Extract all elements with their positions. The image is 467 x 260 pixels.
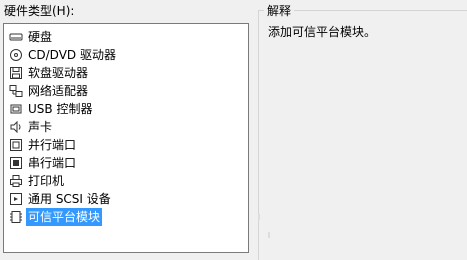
printer-icon bbox=[8, 173, 24, 189]
list-item-label: 硬盘 bbox=[28, 30, 53, 44]
list-item-label: 软盘驱动器 bbox=[28, 66, 89, 80]
list-item-label: 串行端口 bbox=[28, 156, 77, 170]
hardware-type-label: 硬件类型(H): bbox=[4, 4, 75, 18]
divider bbox=[258, 214, 260, 220]
list-item-floppy[interactable]: 软盘驱动器 bbox=[8, 64, 90, 82]
network-icon bbox=[8, 83, 24, 99]
serial-port-icon bbox=[8, 155, 24, 171]
parallel-port-icon bbox=[8, 137, 24, 153]
list-item-cd-dvd[interactable]: CD/DVD 驱动器 bbox=[8, 46, 118, 64]
list-item-printer[interactable]: 打印机 bbox=[8, 172, 66, 190]
list-item-tpm[interactable]: 可信平台模块 bbox=[8, 208, 103, 226]
list-item-label: 打印机 bbox=[28, 174, 65, 188]
list-item-hard-disk[interactable]: 硬盘 bbox=[8, 28, 54, 46]
list-item-network[interactable]: 网络适配器 bbox=[8, 82, 90, 100]
floppy-icon bbox=[8, 65, 24, 81]
explanation-group bbox=[258, 10, 467, 260]
list-item-usb[interactable]: USB 控制器 bbox=[8, 100, 94, 118]
hardware-type-list[interactable]: 硬盘 CD/DVD 驱动器 软盘驱动器 网络适配器 USB 控制器 声卡 并行端… bbox=[3, 23, 249, 253]
cd-dvd-icon bbox=[8, 47, 24, 63]
list-item-label: 可信平台模块 bbox=[26, 208, 103, 226]
divider bbox=[268, 232, 270, 238]
list-item-parallel-port[interactable]: 并行端口 bbox=[8, 136, 78, 154]
tpm-icon bbox=[8, 209, 24, 225]
list-item-sound-card[interactable]: 声卡 bbox=[8, 118, 54, 136]
explanation-text: 添加可信平台模块。 bbox=[268, 25, 377, 39]
usb-icon bbox=[8, 101, 24, 117]
list-item-label: 并行端口 bbox=[28, 138, 77, 152]
list-item-label: 网络适配器 bbox=[28, 84, 89, 98]
list-item-label: CD/DVD 驱动器 bbox=[28, 48, 116, 62]
speaker-icon bbox=[8, 119, 24, 135]
list-item-label: USB 控制器 bbox=[28, 102, 93, 116]
hard-disk-icon bbox=[8, 29, 24, 45]
list-item-label: 通用 SCSI 设备 bbox=[28, 192, 111, 206]
explanation-title: 解释 bbox=[264, 3, 295, 19]
list-item-serial-port[interactable]: 串行端口 bbox=[8, 154, 78, 172]
list-item-scsi[interactable]: 通用 SCSI 设备 bbox=[8, 190, 113, 208]
scsi-icon bbox=[8, 191, 24, 207]
list-item-label: 声卡 bbox=[28, 120, 53, 134]
